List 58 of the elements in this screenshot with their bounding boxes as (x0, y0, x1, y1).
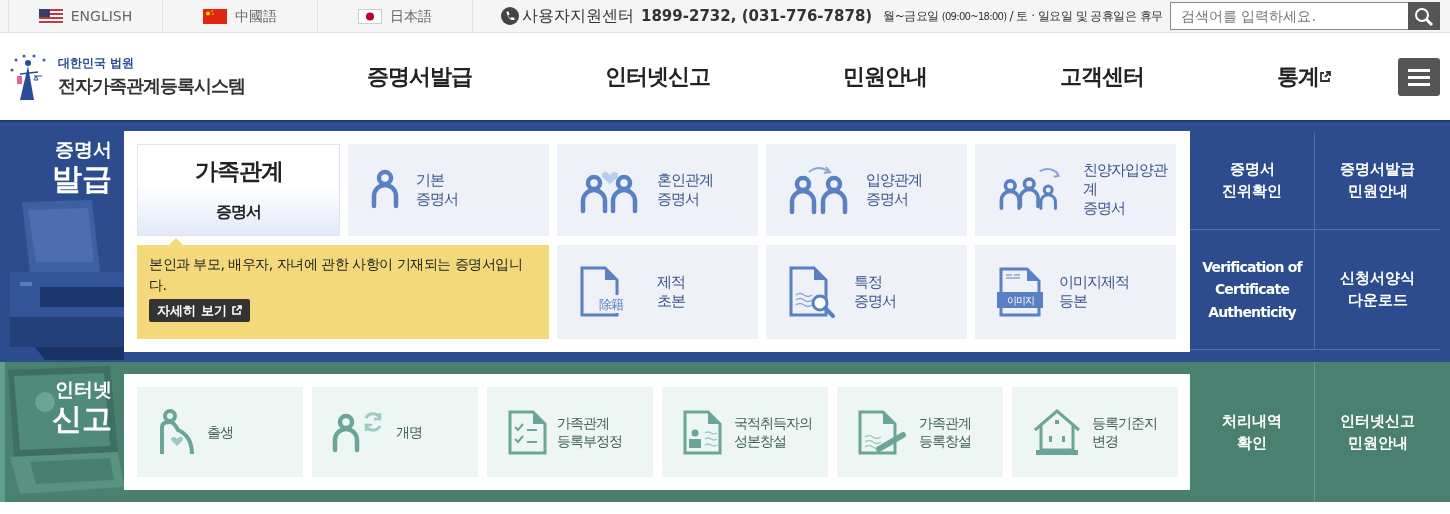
certificate-tile[interactable]: 除籍 제적 초본 (557, 244, 758, 339)
checklist-icon (507, 409, 547, 455)
external-link-icon (230, 304, 242, 316)
support-holiday-note: / 토 · 일요일 및 공휴일은 휴무 (1009, 8, 1163, 25)
report-tile[interactable]: 출생 (137, 387, 303, 477)
certificate-tile[interactable]: 친양자입양관계 증명서 (975, 143, 1176, 236)
organization-name: 대한민국 법원 (58, 55, 136, 72)
side-link[interactable]: Verification of Certificate Authenticity (1202, 255, 1302, 324)
phone-number: 1899-2732, (031-776-7878) (641, 5, 873, 27)
support-days: 월~금요일 (883, 7, 939, 25)
side-link[interactable]: 증명서 진위확인 (1222, 157, 1282, 203)
nav-link[interactable]: 증명서발급 (366, 60, 472, 93)
support-hours: (09:00~18:00) (941, 9, 1007, 24)
language-link[interactable]: 日本語 (318, 0, 473, 32)
document-pen-icon (857, 409, 909, 455)
phone-icon (501, 7, 519, 25)
language-link[interactable]: 中國語 (163, 0, 318, 32)
side-link[interactable]: 인터넷신고 민원안내 (1340, 409, 1415, 455)
nav-link[interactable]: 민원안내 (842, 60, 927, 93)
china-flag-icon (203, 8, 227, 24)
tooltip-text: 본인과 부모, 배우자, 자녀에 관한 사항이 기재되는 증명서입니다. (149, 254, 524, 295)
section-title: 신고 (52, 400, 113, 437)
search-field[interactable]: 검색어를 입력하세요. (1170, 2, 1408, 30)
certificate-tile[interactable]: 기본 증명서 (348, 143, 549, 236)
report-tile[interactable]: 가족관계 등록부정정 (487, 387, 653, 477)
menu-icon (1408, 68, 1430, 86)
certificate-tile[interactable]: 이미지 이미지제적 등본 (975, 244, 1176, 339)
nav-link[interactable]: 인터넷신고 (604, 60, 710, 93)
section-title: 증명서 (55, 138, 113, 161)
section-title: 인터넷 (55, 378, 113, 401)
us-flag-icon (38, 8, 63, 24)
side-link[interactable]: 처리내역 확인 (1222, 409, 1282, 455)
report-tile[interactable]: 등록기준지 변경 (1012, 387, 1178, 477)
japan-flag-icon (358, 8, 382, 24)
certificate-tile[interactable]: 입양관계 증명서 (766, 143, 967, 236)
certificate-tile[interactable]: 혼인관계 증명서 (557, 143, 758, 236)
menu-button[interactable] (1398, 57, 1440, 96)
side-link[interactable]: 증명서발급 민원안내 (1340, 157, 1415, 203)
document-search-icon (788, 264, 838, 319)
search-icon (1414, 6, 1434, 27)
person-heart-icon (157, 409, 197, 455)
nav-link[interactable]: 통계 (1277, 60, 1332, 93)
section-title: 발급 (52, 160, 113, 197)
report-tile[interactable]: 개명 (312, 387, 478, 477)
search-button[interactable] (1408, 2, 1440, 30)
report-tile[interactable]: 국적취득자의 성본창설 (662, 387, 828, 477)
image-document-icon: 이미지 (997, 265, 1043, 318)
report-tile[interactable]: 가족관계 등록창설 (837, 387, 1003, 477)
side-link[interactable]: 신청서양식 다운로드 (1340, 266, 1415, 312)
nav-link[interactable]: 고객센터 (1060, 60, 1145, 93)
site-title: 전자가족관계등록시스템 (58, 74, 245, 98)
certificate-tile[interactable]: 가족관계 증명서 (137, 143, 340, 236)
certificate-tile[interactable]: 특정 증명서 (766, 244, 967, 339)
house-icon (1032, 408, 1082, 456)
details-button[interactable]: 자세히 보기 (149, 298, 250, 322)
support-label: 사용자지원센터 (522, 5, 634, 27)
language-link[interactable]: ENGLISH (8, 0, 163, 32)
id-document-icon (682, 409, 724, 455)
